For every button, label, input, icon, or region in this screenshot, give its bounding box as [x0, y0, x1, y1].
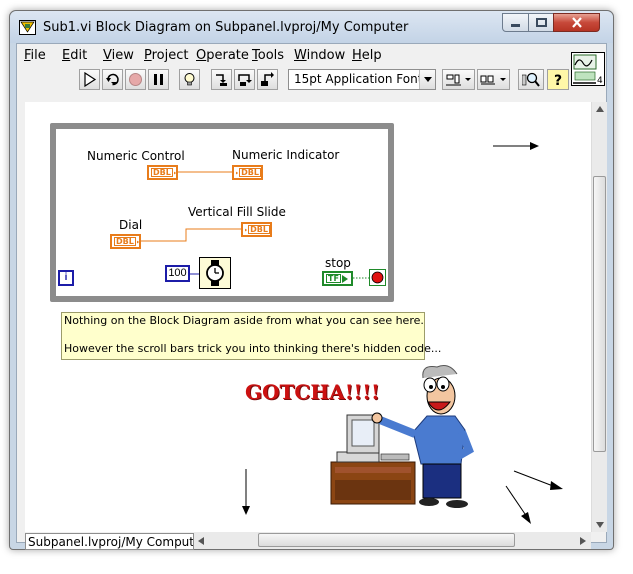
distribute-icon — [480, 75, 506, 85]
menu-tools[interactable]: Tools — [252, 48, 284, 63]
menu-bar: File Edit View Project Operate Tools Win… — [17, 44, 565, 66]
run-continuously-icon — [106, 73, 119, 86]
menu-help[interactable]: Help — [352, 48, 382, 63]
minimize-icon — [511, 24, 520, 27]
horizontal-scrollbar[interactable] — [194, 532, 591, 549]
minimize-button[interactable] — [502, 13, 529, 32]
maximize-button[interactable] — [528, 13, 554, 32]
arrow-diagonal-down-icon — [505, 485, 531, 524]
highlight-execution-icon — [184, 73, 195, 86]
search-button[interactable] — [518, 69, 544, 90]
run-button[interactable] — [79, 69, 100, 90]
step-into-icon — [216, 74, 227, 86]
context-help-button[interactable]: ? — [547, 69, 569, 90]
align-objects-button[interactable] — [442, 69, 475, 90]
connector-pane[interactable]: 4 — [571, 52, 605, 86]
svg-text:?: ? — [554, 73, 562, 87]
search-icon — [522, 72, 540, 87]
close-button[interactable] — [553, 13, 600, 32]
labview-window: Sub1.vi Block Diagram on Subpanel.lvproj… — [9, 10, 614, 550]
menu-view[interactable]: View — [103, 48, 134, 63]
step-out-button[interactable] — [257, 69, 278, 90]
scroll-right-icon[interactable] — [580, 537, 586, 545]
menu-window[interactable]: Window — [294, 48, 345, 63]
chevron-down-icon — [419, 70, 435, 89]
close-icon — [571, 17, 582, 28]
block-diagram-canvas[interactable]: Numeric Control DBL Numeric Indicator DB… — [25, 102, 591, 532]
laughing-man-at-computer-illustration — [330, 365, 474, 508]
scroll-left-icon[interactable] — [198, 537, 204, 545]
step-out-icon — [261, 72, 274, 86]
run-continuously-button[interactable] — [102, 69, 123, 90]
scroll-down-icon[interactable] — [596, 522, 604, 528]
help-icon: ? — [554, 73, 562, 87]
step-over-icon — [238, 74, 252, 86]
step-over-button[interactable] — [234, 69, 255, 90]
step-into-button[interactable] — [211, 69, 232, 90]
arrow-diagonal-down-right-icon — [513, 470, 563, 490]
maximize-icon — [535, 18, 547, 27]
toolbar: 15pt Application Font ? — [17, 66, 577, 94]
highlight-execution-button[interactable] — [179, 69, 200, 90]
abort-icon — [129, 73, 142, 86]
run-icon — [84, 72, 97, 87]
vertical-scrollbar[interactable] — [591, 102, 607, 532]
connector-pane-number: 4 — [597, 76, 603, 85]
menu-project[interactable]: Project — [144, 48, 189, 63]
arrow-right-icon — [493, 142, 539, 150]
decorations — [242, 142, 563, 524]
vi-icon: 4 — [572, 53, 604, 86]
window-client: File Edit View Project Operate Tools Win… — [16, 43, 607, 550]
title-bar[interactable]: Sub1.vi Block Diagram on Subpanel.lvproj… — [10, 11, 613, 43]
pause-button[interactable] — [148, 69, 169, 90]
vertical-scroll-thumb[interactable] — [593, 176, 606, 452]
font-dropdown[interactable]: 15pt Application Font — [288, 69, 436, 90]
scroll-up-icon[interactable] — [596, 106, 604, 112]
pause-icon — [154, 74, 163, 85]
window-title: Sub1.vi Block Diagram on Subpanel.lvproj… — [43, 20, 409, 35]
align-icon — [445, 74, 471, 86]
menu-operate[interactable]: Operate — [196, 48, 249, 63]
arrow-down-icon — [242, 469, 250, 515]
distribute-objects-button[interactable] — [477, 69, 510, 90]
horizontal-scroll-thumb[interactable] — [258, 533, 515, 547]
menu-edit[interactable]: Edit — [62, 48, 87, 63]
project-context-path: Subpanel.lvproj/My Computer — [25, 533, 194, 550]
menu-file[interactable]: File — [24, 48, 46, 63]
abort-button[interactable] — [125, 69, 146, 90]
font-dropdown-value: 15pt Application Font — [294, 72, 423, 86]
block-diagram-icon — [19, 20, 36, 35]
